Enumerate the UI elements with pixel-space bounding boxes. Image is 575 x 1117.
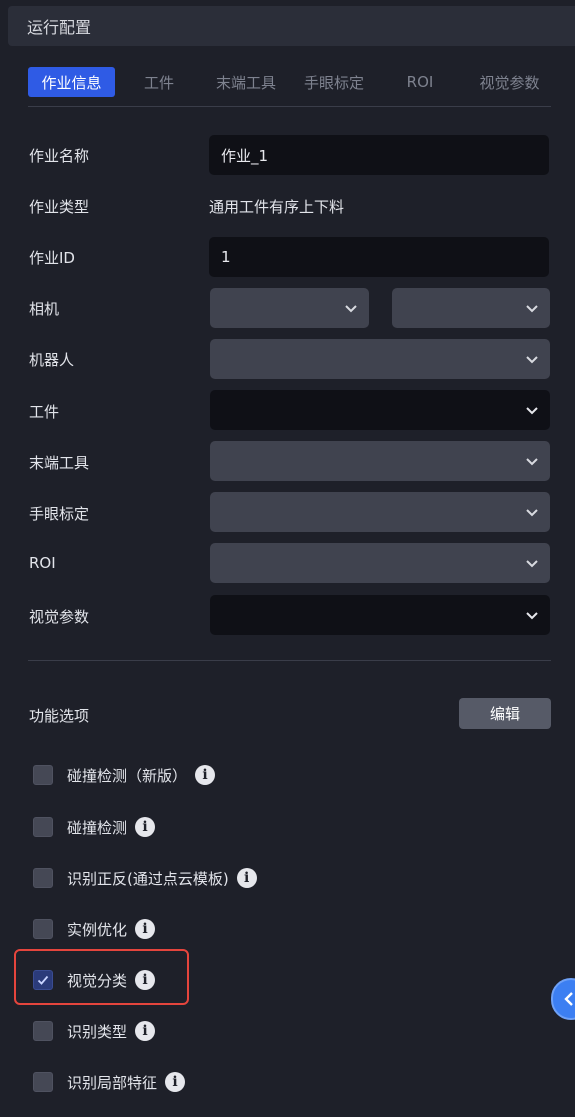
option-label: 碰撞检测（新版） (67, 766, 188, 785)
chevron-down-icon (526, 407, 538, 415)
roi-select[interactable] (210, 543, 550, 583)
job-name-input[interactable]: 作业_1 (209, 135, 549, 175)
tab-roi[interactable]: ROI (388, 67, 452, 97)
job-id-input[interactable]: 1 (209, 237, 549, 277)
option-instance-optimization: 实例优化 i (33, 918, 156, 940)
end-tool-label: 末端工具 (29, 454, 90, 472)
checkbox[interactable] (33, 919, 53, 939)
highlight-box (14, 949, 189, 1005)
chevron-down-icon (526, 509, 538, 517)
checkbox[interactable] (33, 765, 53, 785)
robot-select[interactable] (210, 339, 550, 379)
collapse-panel-button[interactable] (551, 978, 575, 1020)
option-recognize-orientation: 识别正反(通过点云模板) i (33, 867, 257, 889)
option-recognize-local-features: 识别局部特征 i (33, 1071, 186, 1093)
chevron-down-icon (345, 305, 357, 313)
job-name-value: 作业_1 (221, 146, 269, 165)
hand-eye-select[interactable] (210, 492, 550, 532)
option-label: 碰撞检测 (67, 818, 128, 837)
option-label: 识别局部特征 (67, 1073, 158, 1092)
camera-select-2[interactable] (392, 288, 550, 328)
panel-title-bar: 运行配置 (8, 6, 575, 46)
job-id-value: 1 (221, 248, 231, 266)
tab-end-tool[interactable]: 末端工具 (208, 67, 284, 97)
option-collision-detection-new: 碰撞检测（新版） i (33, 764, 216, 786)
job-type-value: 通用工件有序上下料 (209, 198, 345, 216)
chevron-down-icon (526, 612, 538, 620)
option-label: 识别正反(通过点云模板) (67, 869, 229, 888)
option-label: 实例优化 (67, 920, 128, 939)
checkbox[interactable] (33, 868, 53, 888)
tab-workpiece[interactable]: 工件 (128, 67, 190, 97)
end-tool-select[interactable] (210, 441, 550, 481)
info-icon[interactable]: i (135, 1021, 156, 1041)
tab-job-info[interactable]: 作业信息 (28, 67, 115, 97)
tab-vision-params[interactable]: 视觉参数 (468, 67, 551, 97)
checkbox[interactable] (33, 1072, 53, 1092)
chevron-down-icon (526, 305, 538, 313)
chevron-down-icon (526, 356, 538, 364)
features-title: 功能选项 (29, 707, 90, 725)
info-icon[interactable]: i (195, 765, 216, 785)
hand-eye-label: 手眼标定 (29, 505, 90, 523)
checkbox[interactable] (33, 1021, 53, 1041)
camera-label: 相机 (29, 300, 60, 318)
info-icon[interactable]: i (135, 919, 156, 939)
run-config-panel: 运行配置 作业信息 工件 末端工具 手眼标定 ROI 视觉参数 作业名称 作业_… (0, 0, 575, 1117)
workpiece-label: 工件 (29, 403, 60, 421)
option-collision-detection: 碰撞检测 i (33, 816, 156, 838)
chevron-down-icon (526, 560, 538, 568)
info-icon[interactable]: i (236, 868, 257, 888)
chevron-down-icon (526, 458, 538, 466)
edit-button[interactable]: 编辑 (459, 698, 551, 729)
job-type-label: 作业类型 (29, 198, 90, 216)
option-label: 识别类型 (67, 1022, 128, 1041)
info-icon[interactable]: i (135, 817, 156, 837)
roi-label: ROI (29, 554, 56, 572)
info-icon[interactable]: i (165, 1072, 186, 1092)
robot-label: 机器人 (29, 351, 75, 369)
panel-title: 运行配置 (27, 18, 92, 37)
camera-select-1[interactable] (210, 288, 369, 328)
workpiece-select[interactable] (210, 390, 550, 430)
section-divider (28, 660, 551, 661)
vision-params-select[interactable] (210, 595, 550, 635)
config-tabs: 作业信息 工件 末端工具 手眼标定 ROI 视觉参数 (28, 67, 551, 107)
option-recognize-type: 识别类型 i (33, 1020, 156, 1042)
job-id-label: 作业ID (29, 249, 75, 267)
checkbox[interactable] (33, 817, 53, 837)
tab-hand-eye[interactable]: 手眼标定 (296, 67, 372, 97)
vision-params-label: 视觉参数 (29, 608, 90, 626)
job-name-label: 作业名称 (29, 147, 90, 165)
chevron-left-icon (564, 992, 573, 1006)
